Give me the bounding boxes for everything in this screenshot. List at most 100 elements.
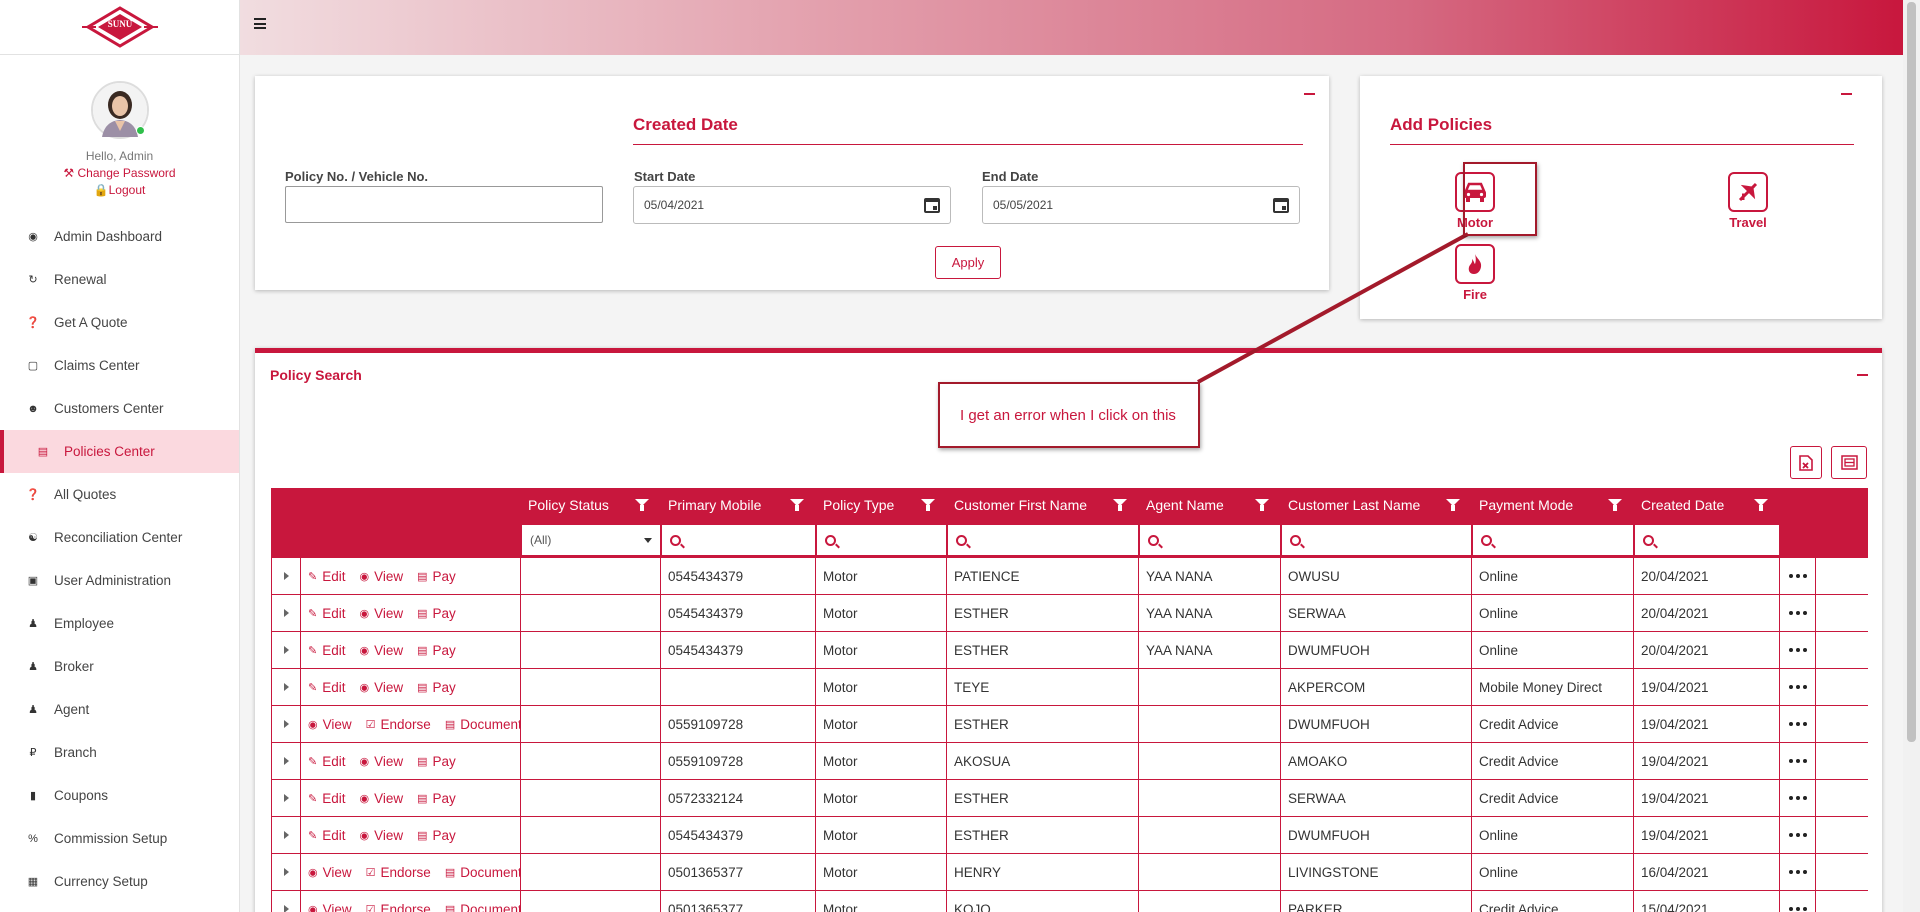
view-button[interactable]: ◉ View — [359, 569, 403, 584]
column-header-label[interactable]: Payment Mode — [1479, 497, 1573, 513]
expand-row-icon[interactable] — [283, 868, 289, 876]
expand-row-icon[interactable] — [283, 683, 289, 691]
column-header-label[interactable]: Created Date — [1641, 497, 1724, 513]
sidebar-item-commission-setup[interactable]: % Commission Setup — [0, 817, 239, 860]
table-row[interactable]: ✎ Edit ◉ View ▤ Pay 0545434379 Motor ESTHER YAA N… — [271, 595, 1868, 632]
edit-button[interactable]: ✎ Edit — [308, 643, 345, 658]
sidebar-item-broker[interactable]: ♟ Broker — [0, 645, 239, 688]
motor-policy-button[interactable]: Motor — [1452, 172, 1498, 230]
column-filter-input[interactable] — [1140, 525, 1280, 555]
expand-row-icon[interactable] — [283, 831, 289, 839]
sidebar-item-employee[interactable]: ♟ Employee — [0, 602, 239, 645]
sunu-logo[interactable]: SUNU — [80, 5, 160, 49]
expand-row-icon[interactable] — [283, 646, 289, 654]
documents-button[interactable]: ▤ Documents — [445, 865, 520, 880]
table-row[interactable]: ✎ Edit ◉ View ▤ Pay 0559109728 Motor AKOSUA AMOAK… — [271, 743, 1868, 780]
view-button[interactable]: ◉ View — [308, 717, 352, 732]
view-button[interactable]: ◉ View — [308, 902, 352, 912]
pay-button[interactable]: ▤ Pay — [417, 606, 456, 621]
table-row[interactable]: ◉ View ☑ Endorse ▤ Documents 0559109728MotorES… — [271, 706, 1868, 743]
edit-button[interactable]: ✎ Edit — [308, 828, 345, 843]
fire-policy-button[interactable]: Fire — [1452, 244, 1498, 302]
sidebar-item-claims-center[interactable]: ▢ Claims Center — [0, 344, 239, 387]
pay-button[interactable]: ▤ Pay — [417, 569, 456, 584]
export-excel-button[interactable] — [1790, 446, 1822, 479]
sidebar-item-get-a-quote[interactable]: ❓ Get A Quote — [0, 301, 239, 344]
sidebar-item-all-quotes[interactable]: ❓ All Quotes — [0, 473, 239, 516]
documents-button[interactable]: ▤ Documents — [445, 717, 520, 732]
sidebar-item-renewal[interactable]: ↻ Renewal — [0, 258, 239, 301]
more-options-icon[interactable] — [1788, 685, 1807, 689]
endorse-button[interactable]: ☑ Endorse — [366, 902, 431, 912]
sidebar-item-user-administration[interactable]: ▣ User Administration — [0, 559, 239, 602]
edit-button[interactable]: ✎ Edit — [308, 754, 345, 769]
filter-funnel-icon[interactable] — [1113, 499, 1127, 511]
column-filter-input[interactable] — [817, 525, 946, 555]
expand-row-icon[interactable] — [283, 757, 289, 765]
filter-funnel-icon[interactable] — [921, 499, 935, 511]
filter-funnel-icon[interactable] — [790, 499, 804, 511]
expand-row-icon[interactable] — [283, 794, 289, 802]
pay-button[interactable]: ▤ Pay — [417, 791, 456, 806]
expand-row-icon[interactable] — [283, 905, 289, 912]
sidebar-item-admin-dashboard[interactable]: ◉ Admin Dashboard — [0, 215, 239, 258]
hamburger-menu-icon[interactable] — [254, 18, 266, 29]
edit-button[interactable]: ✎ Edit — [308, 569, 345, 584]
pay-button[interactable]: ▤ Pay — [417, 754, 456, 769]
documents-button[interactable]: ▤ Documents — [445, 902, 520, 912]
table-row[interactable]: ✎ Edit ◉ View ▤ Pay 0545434379 Motor ESTHER YAA N… — [271, 632, 1868, 669]
table-row[interactable]: ◉ View ☑ Endorse ▤ Documents 0501365377MotorKO… — [271, 891, 1868, 912]
column-header-label[interactable]: Customer First Name — [954, 497, 1087, 513]
column-filter-input[interactable] — [1473, 525, 1633, 555]
avatar[interactable] — [90, 81, 149, 139]
column-filter-input[interactable] — [1635, 525, 1779, 555]
filter-funnel-icon[interactable] — [1446, 499, 1460, 511]
table-row[interactable]: ✎ Edit ◉ View ▤ Pay 0572332124 Motor ESTHER SERWA… — [271, 780, 1868, 817]
column-header-label[interactable]: Customer Last Name — [1288, 497, 1420, 513]
start-date-input[interactable]: 05/04/2021 — [633, 186, 951, 224]
expand-row-icon[interactable] — [283, 609, 289, 617]
endorse-button[interactable]: ☑ Endorse — [366, 717, 431, 732]
filter-funnel-icon[interactable] — [1255, 499, 1269, 511]
more-options-icon[interactable] — [1788, 574, 1807, 578]
column-header-label[interactable]: Policy Status — [528, 497, 609, 513]
edit-button[interactable]: ✎ Edit — [308, 680, 345, 695]
column-header-label[interactable]: Agent Name — [1146, 497, 1224, 513]
sidebar-item-reconciliation-center[interactable]: ☯ Reconciliation Center — [0, 516, 239, 559]
collapse-filter-button[interactable] — [1304, 93, 1315, 95]
view-button[interactable]: ◉ View — [359, 754, 403, 769]
column-chooser-button[interactable] — [1831, 446, 1867, 479]
pay-button[interactable]: ▤ Pay — [417, 643, 456, 658]
view-button[interactable]: ◉ View — [359, 643, 403, 658]
sidebar-item-agent[interactable]: ♟ Agent — [0, 688, 239, 731]
page-scrollbar[interactable] — [1903, 0, 1920, 912]
pay-button[interactable]: ▤ Pay — [417, 828, 456, 843]
change-password-link[interactable]: ⚒ Change Password — [0, 166, 239, 180]
calendar-icon[interactable] — [924, 198, 940, 213]
column-header-label[interactable]: Primary Mobile — [668, 497, 761, 513]
apply-button[interactable]: Apply — [935, 246, 1001, 279]
view-button[interactable]: ◉ View — [359, 606, 403, 621]
filter-funnel-icon[interactable] — [1754, 499, 1768, 511]
more-options-icon[interactable] — [1788, 611, 1807, 615]
more-options-icon[interactable] — [1788, 870, 1807, 874]
filter-funnel-icon[interactable] — [1608, 499, 1622, 511]
view-button[interactable]: ◉ View — [308, 865, 352, 880]
sidebar-item-policies-center[interactable]: ▤ Policies Center — [0, 430, 239, 473]
sidebar-item-customers-center[interactable]: ☻ Customers Center — [0, 387, 239, 430]
view-button[interactable]: ◉ View — [359, 828, 403, 843]
sidebar-item-coupons[interactable]: ▮ Coupons — [0, 774, 239, 817]
more-options-icon[interactable] — [1788, 907, 1807, 911]
table-row[interactable]: ✎ Edit ◉ View ▤ Pay 0545434379 Motor PATIENCE YAA… — [271, 558, 1868, 595]
filter-funnel-icon[interactable] — [635, 499, 649, 511]
edit-button[interactable]: ✎ Edit — [308, 606, 345, 621]
travel-policy-button[interactable]: Travel — [1723, 172, 1773, 230]
collapse-add-policies-button[interactable] — [1841, 93, 1852, 95]
column-filter-input[interactable] — [662, 525, 815, 555]
sidebar-item-currency-setup[interactable]: ▦ Currency Setup — [0, 860, 239, 903]
scrollbar-thumb[interactable] — [1907, 2, 1916, 742]
sidebar-item-branch[interactable]: ₽ Branch — [0, 731, 239, 774]
calendar-icon[interactable] — [1273, 198, 1289, 213]
more-options-icon[interactable] — [1788, 722, 1807, 726]
table-row[interactable]: ✎ Edit ◉ View ▤ Pay 0545434379 Motor ESTHER DWUMF… — [271, 817, 1868, 854]
